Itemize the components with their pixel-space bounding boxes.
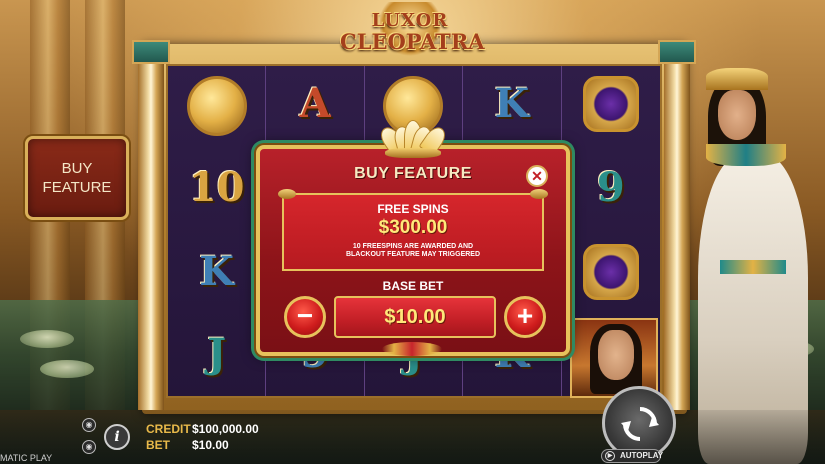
autoplay-button[interactable]: ▶ AUTOPLAY xyxy=(601,449,664,463)
logo-line-2: CLEOPATRA xyxy=(340,29,485,54)
buy-feature-button[interactable]: BUY FEATURE xyxy=(25,136,129,220)
autoplay-icon: ▶ xyxy=(605,451,615,461)
reel-symbol: J xyxy=(207,330,227,377)
free-spins-label: FREE SPINS xyxy=(377,202,449,216)
scarab-coin-icon xyxy=(186,76,247,136)
spin-icon xyxy=(621,407,659,441)
free-spins-offer[interactable]: FREE SPINS $300.00 10 FREESPINS ARE AWAR… xyxy=(278,189,548,271)
lily-pad xyxy=(20,330,74,348)
buy-feature-label-line1: BUY xyxy=(61,159,93,177)
reel-symbol: 10 xyxy=(188,164,245,211)
bet-label: BET xyxy=(146,438,170,452)
buy-feature-dialog: BUY FEATURE ✕ FREE SPINS $300.00 10 FREE… xyxy=(256,145,570,356)
ankh-ring-icon xyxy=(582,244,639,300)
increase-bet-button[interactable]: + xyxy=(504,296,546,338)
dialog-title: BUY FEATURE xyxy=(354,165,472,182)
provider-logo: MATIC PLAY xyxy=(0,453,53,463)
base-bet-control: − $10.00 + xyxy=(284,296,546,340)
info-button[interactable]: i xyxy=(104,424,130,450)
close-icon[interactable]: ✕ xyxy=(526,165,548,187)
game-logo: LUXOR CLEOPATRA xyxy=(340,2,485,58)
scarab-ornament-icon xyxy=(382,342,442,356)
base-bet-value: $10.00 xyxy=(334,296,496,338)
logo-line-1: LUXOR xyxy=(371,10,449,31)
lotus-ornament-icon xyxy=(375,118,451,158)
lily-pad xyxy=(40,360,94,378)
reel-symbol: K xyxy=(199,248,235,295)
credit-label: CREDIT xyxy=(146,422,191,436)
sound-icon[interactable]: ◉ xyxy=(82,418,96,432)
bet-display: BET $10.00 xyxy=(146,438,229,452)
reel-column: 10 K J xyxy=(168,66,267,396)
free-spins-price: $300.00 xyxy=(378,217,448,238)
buy-feature-label-line2: FEATURE xyxy=(42,179,112,196)
autoplay-label: AUTOPLAY xyxy=(620,451,664,460)
reel-frame-pillar xyxy=(132,40,170,410)
reel-symbol: A xyxy=(299,80,331,127)
reel-symbol: 9 xyxy=(596,164,625,211)
base-bet-label: BASE BET xyxy=(382,279,444,293)
cleopatra-character xyxy=(690,64,825,464)
reel-symbol: K xyxy=(494,80,530,127)
settings-icon[interactable]: ◉ xyxy=(82,440,96,454)
decrease-bet-button[interactable]: − xyxy=(284,296,326,338)
credit-display: CREDIT$100,000.00 xyxy=(146,422,259,436)
credit-value: $100,000.00 xyxy=(192,422,259,436)
ankh-ring-icon xyxy=(582,76,639,132)
bet-value: $10.00 xyxy=(192,438,229,452)
free-spins-note: 10 FREESPINS ARE AWARDED AND BLACKOUT FE… xyxy=(345,243,481,259)
reel-frame-pillar xyxy=(658,40,696,410)
